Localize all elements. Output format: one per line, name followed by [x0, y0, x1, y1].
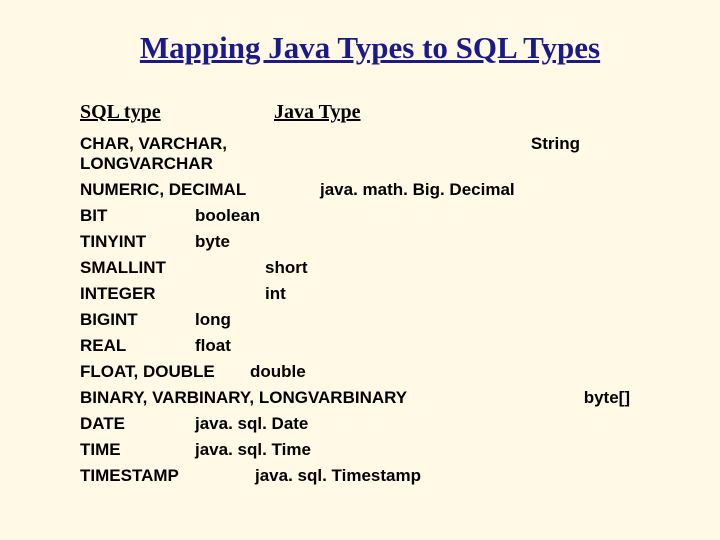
page-title: Mapping Java Types to SQL Types — [80, 30, 660, 66]
java-type-header: Java Type — [274, 101, 361, 124]
sql-cell: SMALLINT — [80, 258, 265, 278]
table-row: BIT boolean — [80, 206, 660, 226]
table-row: REAL float — [80, 336, 660, 356]
java-cell: String — [531, 134, 660, 154]
table-row: INTEGER int — [80, 284, 660, 304]
table-row: SMALLINT short — [80, 258, 660, 278]
table-row: DATE java. sql. Date — [80, 414, 660, 434]
java-cell: java. sql. Time — [195, 440, 311, 460]
java-cell: float — [195, 336, 231, 356]
sql-cell: BIGINT — [80, 310, 195, 330]
sql-cell: NUMERIC, DECIMAL — [80, 180, 320, 200]
table-row: CHAR, VARCHAR, LONGVARCHAR String — [80, 134, 660, 174]
table-row: BINARY, VARBINARY, LONGVARBINARY byte[] — [80, 388, 660, 408]
sql-cell: TIMESTAMP — [80, 466, 255, 486]
sql-type-header: SQL type — [80, 101, 274, 124]
sql-cell: INTEGER — [80, 284, 265, 304]
column-headers: SQL type Java Type — [80, 101, 660, 124]
table-row: BIGINT long — [80, 310, 660, 330]
sql-cell: BIT — [80, 206, 195, 226]
java-cell: int — [265, 284, 286, 304]
sql-cell: TIME — [80, 440, 195, 460]
java-cell: java. sql. Timestamp — [255, 466, 421, 486]
java-cell: byte[] — [584, 388, 660, 408]
java-cell: short — [265, 258, 308, 278]
sql-cell: BINARY, VARBINARY, LONGVARBINARY — [80, 388, 407, 408]
table-row: TINYINT byte — [80, 232, 660, 252]
sql-cell: DATE — [80, 414, 195, 434]
sql-cell: TINYINT — [80, 232, 195, 252]
table-row: FLOAT, DOUBLE double — [80, 362, 660, 382]
java-cell: byte — [195, 232, 230, 252]
table-row: NUMERIC, DECIMAL java. math. Big. Decima… — [80, 180, 660, 200]
sql-cell: CHAR, VARCHAR, LONGVARCHAR — [80, 134, 360, 174]
sql-cell: REAL — [80, 336, 195, 356]
table-row: TIMESTAMP java. sql. Timestamp — [80, 466, 660, 486]
java-cell: long — [195, 310, 231, 330]
sql-cell: FLOAT, DOUBLE — [80, 362, 250, 382]
java-cell: java. math. Big. Decimal — [320, 180, 515, 200]
table-row: TIME java. sql. Time — [80, 440, 660, 460]
java-cell: double — [250, 362, 306, 382]
java-cell: boolean — [195, 206, 260, 226]
java-cell: java. sql. Date — [195, 414, 308, 434]
